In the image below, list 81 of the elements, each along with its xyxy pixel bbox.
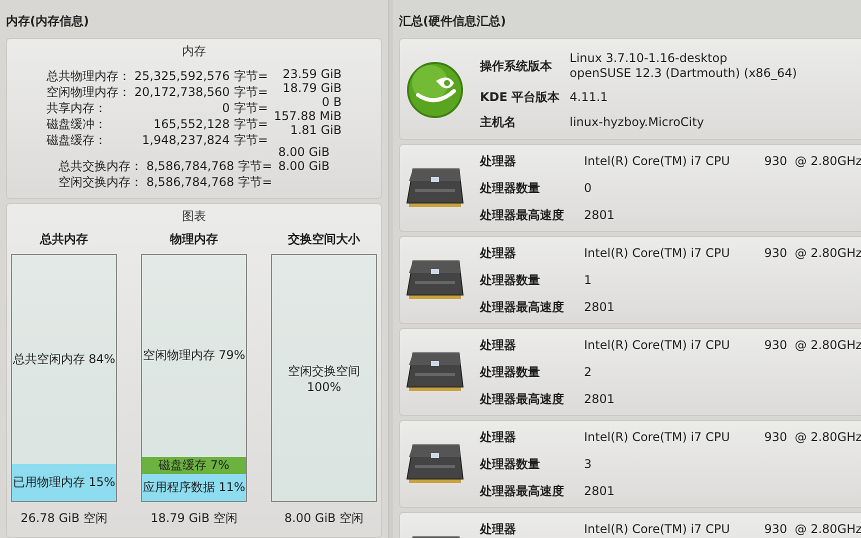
info-value: 0	[584, 181, 593, 196]
memory-value: 0 B	[322, 95, 342, 109]
unit-label: 字节=	[234, 116, 268, 132]
chip-icon	[405, 443, 465, 485]
segment-label: 磁盘缓存 7%	[158, 456, 230, 474]
memory-label: 磁盘缓冲：	[46, 116, 108, 132]
info-value: 2801	[584, 208, 616, 223]
info-value: 3	[584, 457, 593, 472]
byte-count: 165,552,128	[152, 116, 230, 132]
memory-label: 空闲物理内存：	[46, 84, 130, 100]
info-value: linux-hyzboy.MicroCity	[570, 115, 705, 130]
info-label: 处理器	[480, 337, 517, 354]
info-label: 处理器数量	[480, 364, 541, 381]
unit-label: 字节=	[234, 68, 268, 84]
panel-title: 汇总(硬件信息汇总)	[399, 13, 506, 30]
chip-icon	[405, 259, 465, 301]
memory-label: 磁盘缓存：	[46, 132, 108, 148]
card-title: 图表	[182, 208, 206, 225]
memory-label: 共享内存：	[46, 100, 108, 116]
info-value: 2	[584, 365, 593, 380]
info-label: 处理器数量	[480, 272, 541, 289]
info-value: Intel(R) Core(TM) i7 CPU 930 @ 2.80GHz	[584, 338, 861, 353]
info-label: 处理器	[480, 245, 517, 262]
info-value: Linux 3.7.10-1.16-desktop openSUSE 12.3 (Dartmouth) (x86_64)	[570, 51, 797, 81]
info-label: 操作系统版本	[480, 58, 553, 74]
memory-value: 157.88 MiB	[274, 109, 342, 123]
info-label: KDE 平台版本	[480, 89, 560, 106]
unit-label: 字节=	[234, 84, 268, 100]
info-label: 处理器最高速度	[480, 391, 564, 408]
info-value: 2801	[584, 392, 616, 407]
byte-count: 0	[221, 100, 230, 116]
free-amount: 26.78 GiB 空闲	[20, 510, 108, 527]
info-value: 1	[584, 273, 593, 288]
panel-title: 内存(内存信息)	[6, 13, 89, 30]
unit-label: 字节=	[234, 132, 268, 148]
memory-value: 8.00 GiB	[278, 159, 330, 173]
info-label: 处理器	[480, 429, 517, 446]
info-label: 处理器	[480, 521, 517, 538]
info-value: Intel(R) Core(TM) i7 CPU 930 @ 2.80GHz	[584, 522, 861, 537]
memory-value: 8.00 GiB	[278, 145, 330, 159]
info-label: 处理器数量	[480, 180, 541, 197]
segment-label: 应用程序数据 11%	[142, 478, 246, 496]
info-label: 处理器最高速度	[480, 299, 564, 316]
byte-count: 25,325,592,576	[134, 68, 230, 84]
unit-label: 字节=	[238, 158, 272, 174]
segment-label: 空闲物理内存 79%	[142, 347, 246, 364]
byte-count: 8,586,784,768	[146, 158, 234, 174]
unit-label: 字节=	[238, 174, 272, 190]
byte-count: 1,948,237,824	[141, 132, 230, 148]
free-amount: 8.00 GiB 空闲	[284, 510, 364, 527]
memory-value: 18.79 GiB	[282, 81, 342, 95]
info-label: 处理器最高速度	[480, 207, 564, 224]
info-label: 主机名	[480, 114, 517, 131]
chip-icon	[405, 351, 465, 393]
info-value: Intel(R) Core(TM) i7 CPU 930 @ 2.80GHz	[584, 154, 861, 169]
byte-count: 20,172,738,560	[134, 84, 230, 100]
info-label: 处理器数量	[480, 456, 541, 473]
segment-label: 已用物理内存 15%	[12, 474, 116, 492]
memory-label: 总共交换内存：	[58, 158, 142, 174]
byte-count: 8,586,784,768	[146, 174, 234, 190]
free-amount: 18.79 GiB 空闲	[150, 510, 238, 527]
memory-label: 总共物理内存：	[46, 68, 130, 84]
memory-label: 空闲交换内存：	[58, 174, 142, 190]
segment-label: 总共空闲内存 84%	[12, 351, 116, 368]
info-label: 处理器	[480, 153, 517, 170]
info-value: 2801	[584, 484, 616, 499]
bar-title: 交换空间大小	[288, 231, 360, 248]
info-label: 处理器最高速度	[480, 483, 564, 500]
memory-value: 23.59 GiB	[282, 67, 342, 81]
info-value: 4.11.1	[570, 90, 609, 105]
bar-title: 总共内存	[40, 231, 88, 248]
info-value: Intel(R) Core(TM) i7 CPU 930 @ 2.80GHz	[584, 430, 861, 445]
info-value: Intel(R) Core(TM) i7 CPU 930 @ 2.80GHz	[584, 246, 861, 261]
segment-label: 空闲交换空间 100%	[288, 362, 360, 394]
memory-value: 1.81 GiB	[290, 123, 342, 137]
bar-title: 物理内存	[170, 231, 218, 248]
chameleon-logo-icon	[406, 61, 464, 119]
info-value: 2801	[584, 300, 616, 315]
chip-icon	[405, 167, 465, 209]
unit-label: 字节=	[234, 100, 268, 116]
card-title: 内存	[182, 43, 206, 60]
